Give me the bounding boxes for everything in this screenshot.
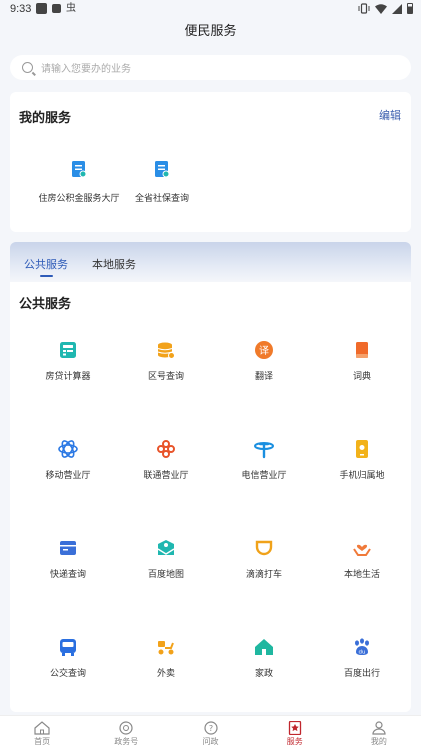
public-services-title: 公共服务 bbox=[19, 296, 72, 311]
home-icon bbox=[34, 721, 50, 735]
bottom-nav: 首页 政务号 ? 问政 服务 我的 bbox=[0, 715, 421, 750]
coins-icon bbox=[157, 342, 175, 359]
china-mobile-icon bbox=[58, 440, 78, 458]
nav-home[interactable]: 首页 bbox=[0, 716, 84, 750]
signal-icon bbox=[392, 3, 402, 14]
china-telecom-icon bbox=[254, 442, 274, 459]
nav-label: 首页 bbox=[34, 737, 51, 746]
bus-icon bbox=[60, 639, 76, 656]
service-dictionary[interactable]: 词典 bbox=[312, 340, 412, 382]
parcel-icon bbox=[60, 541, 76, 555]
service-food-delivery[interactable]: 外卖 bbox=[116, 637, 216, 679]
service-mortgage-calculator[interactable]: 房贷计算器 bbox=[18, 340, 118, 382]
tab-local-services[interactable]: 本地服务 bbox=[92, 256, 136, 272]
search-bar[interactable]: 请输入您要办的业务 bbox=[10, 55, 411, 80]
svg-text:译: 译 bbox=[259, 345, 269, 357]
status-time: 9:33 bbox=[10, 3, 32, 15]
service-baidu-map[interactable]: 百度地图 bbox=[116, 538, 216, 580]
service-label: 移动营业厅 bbox=[45, 470, 91, 480]
service-baidu-travel[interactable]: du 百度出行 bbox=[312, 637, 412, 679]
service-label: 外卖 bbox=[156, 668, 175, 678]
nav-label: 我的 bbox=[370, 737, 387, 746]
svg-text:du: du bbox=[359, 650, 366, 656]
service-label: 百度出行 bbox=[343, 668, 380, 678]
service-label: 词典 bbox=[352, 371, 371, 381]
nav-services[interactable]: 服务 bbox=[253, 716, 337, 750]
service-china-telecom[interactable]: 电信营业厅 bbox=[214, 439, 314, 481]
service-label: 电信营业厅 bbox=[241, 470, 287, 480]
active-tab-indicator bbox=[40, 275, 53, 277]
service-translate[interactable]: 译 翻译 bbox=[214, 340, 314, 382]
search-icon bbox=[22, 62, 33, 73]
service-label: 房贷计算器 bbox=[45, 371, 91, 381]
service-parcel-tracking[interactable]: 快递查询 bbox=[18, 538, 118, 580]
service-label: 翻译 bbox=[254, 371, 273, 381]
gov-badge-icon bbox=[119, 721, 133, 735]
nav-gov-accounts[interactable]: 政务号 bbox=[84, 716, 168, 750]
nav-mine[interactable]: 我的 bbox=[337, 716, 421, 750]
hands-heart-icon bbox=[353, 544, 371, 556]
vibrate-icon bbox=[358, 3, 370, 14]
translate-icon: 译 bbox=[255, 341, 273, 359]
service-china-mobile[interactable]: 移动营业厅 bbox=[18, 439, 118, 481]
search-placeholder: 请输入您要办的业务 bbox=[41, 64, 131, 75]
status-system-icons bbox=[358, 3, 413, 14]
notification-a-icon bbox=[52, 4, 61, 13]
status-notification-icons: 虫 bbox=[36, 3, 76, 14]
map-icon bbox=[157, 540, 175, 555]
status-bar: 9:33 虫 bbox=[0, 0, 421, 18]
service-housekeeping[interactable]: 家政 bbox=[214, 637, 314, 679]
document-icon bbox=[72, 161, 87, 178]
service-area-code[interactable]: 区号查询 bbox=[116, 340, 216, 382]
service-local-life[interactable]: 本地生活 bbox=[312, 538, 412, 580]
book-icon bbox=[356, 342, 368, 358]
delivery-scooter-icon bbox=[158, 641, 174, 655]
paw-icon: du bbox=[355, 638, 369, 656]
wifi-icon bbox=[375, 3, 387, 14]
page-title: 便民服务 bbox=[184, 23, 237, 38]
china-unicom-icon bbox=[157, 440, 175, 458]
my-service-social-security[interactable]: 全省社保查询 bbox=[107, 160, 217, 204]
nav-inquiry[interactable]: ? 问政 bbox=[168, 716, 252, 750]
nav-label: 问政 bbox=[202, 737, 219, 746]
my-service-label: 全省社保查询 bbox=[134, 193, 189, 203]
calculator-icon bbox=[60, 342, 76, 358]
document-icon bbox=[155, 161, 170, 178]
title-bar: 便民服务 bbox=[0, 18, 421, 48]
question-icon: ? bbox=[203, 721, 218, 735]
didi-icon bbox=[255, 540, 273, 556]
edit-button[interactable]: 编辑 bbox=[379, 107, 401, 123]
phone-location-icon bbox=[356, 440, 368, 458]
service-label: 联通营业厅 bbox=[143, 470, 189, 480]
service-star-icon bbox=[288, 721, 301, 735]
battery-icon bbox=[407, 3, 413, 14]
service-tabs: 公共服务 本地服务 bbox=[10, 242, 411, 282]
my-services-title: 我的服务 bbox=[19, 110, 72, 125]
service-label: 本地生活 bbox=[343, 569, 380, 579]
service-label: 快递查询 bbox=[49, 569, 86, 579]
service-bus-query[interactable]: 公交查询 bbox=[18, 637, 118, 679]
public-services-card: 公共服务 房贷计算器 区号查询 译 翻译 词典 移动营业厅 联通营业厅 电信营业… bbox=[10, 282, 411, 712]
service-label: 滴滴打车 bbox=[245, 569, 282, 579]
service-china-unicom[interactable]: 联通营业厅 bbox=[116, 439, 216, 481]
service-didi[interactable]: 滴滴打车 bbox=[214, 538, 314, 580]
service-label: 家政 bbox=[254, 668, 273, 678]
service-phone-location[interactable]: 手机归属地 bbox=[312, 439, 412, 481]
notification-bug-icon: 虫 bbox=[66, 3, 76, 14]
nav-label: 政务号 bbox=[114, 737, 139, 746]
service-label: 公交查询 bbox=[49, 668, 86, 678]
house-icon bbox=[255, 639, 273, 655]
my-services-card: 我的服务 编辑 住房公积金服务大厅 全省社保查询 bbox=[10, 92, 411, 232]
user-icon bbox=[372, 721, 386, 735]
svg-text:?: ? bbox=[208, 724, 212, 733]
nav-label: 服务 bbox=[286, 737, 303, 746]
notification-app-icon bbox=[36, 3, 47, 14]
service-label: 区号查询 bbox=[147, 371, 184, 381]
service-label: 百度地图 bbox=[147, 569, 184, 579]
service-label: 手机归属地 bbox=[339, 470, 385, 480]
tab-public-services[interactable]: 公共服务 bbox=[24, 256, 68, 272]
